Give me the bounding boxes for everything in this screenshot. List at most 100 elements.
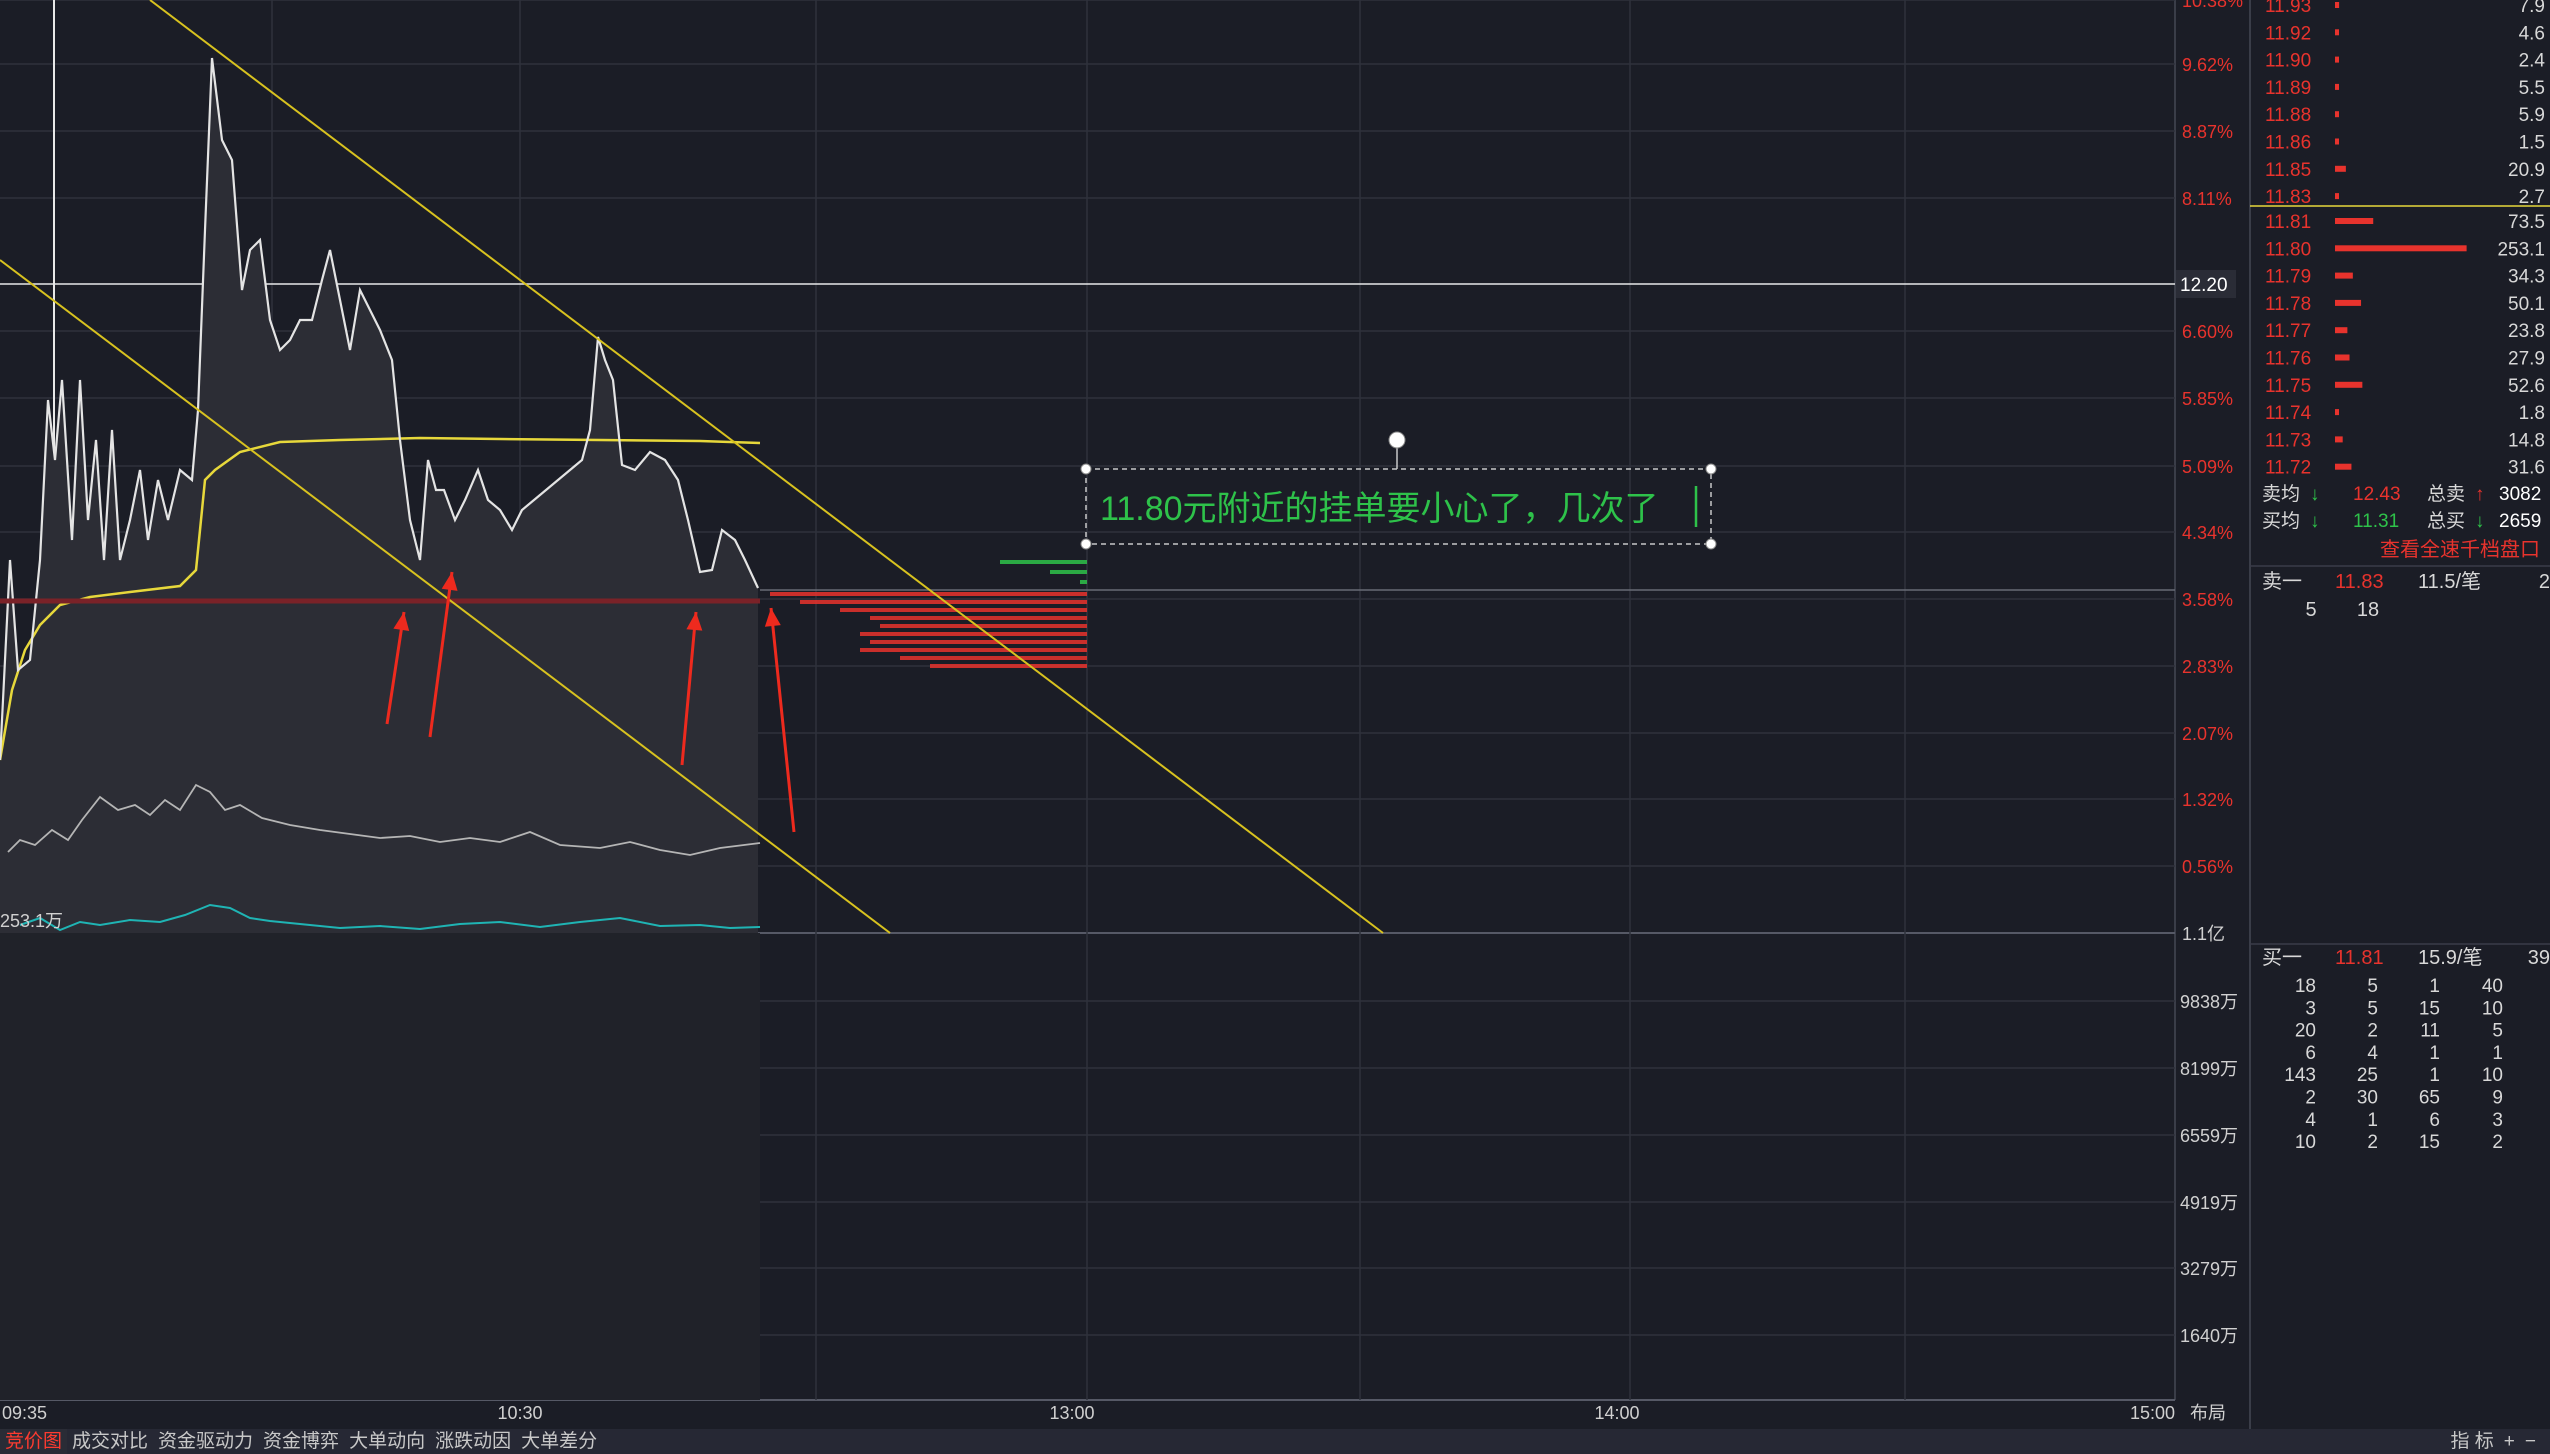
bottom-tab[interactable]: 竞价图	[0, 1429, 68, 1454]
buy1-order-qty: 10	[2482, 998, 2503, 1019]
ask-qty: 5.9	[2519, 105, 2545, 126]
sell1-per-order: 11.5/笔	[2418, 570, 2481, 593]
bottom-tab[interactable]: 涨跌动因	[430, 1429, 516, 1454]
sell1-order-qty: 5	[2305, 599, 2316, 621]
sell1-order-qty: 18	[2357, 599, 2379, 621]
bid-price: 11.75	[2265, 376, 2311, 397]
depth-bar	[870, 616, 1087, 620]
price-scale-label: 0.56%	[2182, 857, 2233, 877]
bottom-tab[interactable]: 大单动向	[344, 1429, 430, 1454]
buy1-per-order: 15.9/笔	[2418, 946, 2482, 969]
ask-qty: 2.4	[2519, 51, 2546, 72]
ask-price: 11.88	[2265, 105, 2311, 126]
bid-qty: 73.5	[2508, 212, 2545, 233]
annotation-handle[interactable]	[1705, 463, 1717, 475]
ask-qty: 20.9	[2508, 160, 2545, 181]
bid-qty: 14.8	[2508, 430, 2545, 451]
ask-price: 11.93	[2265, 0, 2311, 17]
bid-volume-bar	[2335, 272, 2353, 279]
ask-volume-bar	[2335, 29, 2339, 36]
zoom-in-button[interactable]: +	[2504, 1429, 2515, 1454]
bid-volume-bar	[2335, 381, 2363, 388]
ask-volume-bar	[2335, 83, 2339, 90]
layout-label: 布局	[2190, 1403, 2226, 1423]
ask-volume-bar	[2335, 56, 2339, 63]
bottom-tab[interactable]: 成交对比	[67, 1429, 153, 1454]
bottom-tab[interactable]: 大单差分	[516, 1429, 602, 1454]
time-axis-label: 09:35	[2, 1403, 47, 1423]
buy1-order-qty: 15	[2419, 1132, 2440, 1153]
bid-price: 11.78	[2265, 294, 2311, 315]
buy1-order-qty: 18	[2295, 976, 2316, 997]
buy1-order-qty: 1	[2492, 1043, 2503, 1064]
down-arrow-icon: ↓	[2310, 484, 2320, 505]
ask-volume-bar	[2335, 165, 2346, 172]
intraday-chart[interactable]: 10.38% 9.62% 8.87% 8.11% 6.60% 5.85% 5.09% 4.34…	[0, 0, 2550, 1454]
sell1-price: 11.83	[2335, 571, 2384, 593]
up-arrow-icon: ↑	[2475, 484, 2485, 505]
bottom-tab[interactable]: 资金驱动力	[153, 1429, 258, 1454]
bid-qty: 27.9	[2508, 349, 2545, 370]
buy1-order-qty: 10	[2482, 1065, 2503, 1086]
depth-bar	[770, 592, 1087, 596]
ask-price: 11.89	[2265, 78, 2311, 99]
buy1-order-qty: 3	[2305, 998, 2316, 1019]
ask-price: 11.90	[2265, 51, 2311, 72]
bid-qty: 52.6	[2508, 376, 2545, 397]
depth-bar	[1080, 580, 1087, 584]
bid-qty: 23.8	[2508, 321, 2545, 342]
price-scale-label: 5.09%	[2182, 457, 2233, 477]
ask-volume-bar	[2335, 2, 2340, 8]
buy1-label: 买一	[2262, 947, 2302, 969]
bid-price: 11.74	[2265, 403, 2312, 424]
price-scale-label: 8.87%	[2182, 122, 2233, 142]
depth-bar	[840, 608, 1087, 612]
depth-bar	[880, 624, 1087, 628]
annotation-handle[interactable]	[1080, 463, 1092, 475]
zoom-out-button[interactable]: −	[2525, 1429, 2536, 1454]
bid-qty: 31.6	[2508, 458, 2545, 479]
buy1-order-qty: 1	[2429, 976, 2440, 997]
view-full-orderbook-link: 查看全速千档盘口	[2380, 538, 2540, 561]
volume-area-fill	[0, 933, 760, 1400]
buy-avg-value: 11.31	[2353, 511, 2399, 532]
ask-qty: 7.9	[2519, 0, 2545, 17]
volume-scale-label: 6559万	[2180, 1126, 2238, 1146]
bottom-tab[interactable]: 资金博弈	[258, 1429, 344, 1454]
depth-bar	[930, 664, 1087, 668]
bid-volume-bar	[2335, 463, 2352, 470]
buy1-order-qty: 30	[2357, 1088, 2378, 1109]
buy1-order-qty: 2	[2367, 1132, 2378, 1153]
buy1-order-qty: 4	[2367, 1043, 2378, 1064]
bid-qty: 50.1	[2508, 294, 2545, 315]
buy1-order-qty: 143	[2284, 1065, 2316, 1086]
crosshair-price-label: 12.20	[2180, 275, 2228, 296]
buy1-order-qty: 3	[2492, 1110, 2503, 1131]
annotation-handle[interactable]	[1388, 431, 1406, 449]
price-scale-label: 5.85%	[2182, 389, 2233, 409]
buy1-order-qty: 2	[2492, 1132, 2503, 1153]
price-scale-label: 1.1亿	[2182, 924, 2225, 944]
buy1-order-qty: 65	[2419, 1088, 2440, 1109]
bid-qty: 1.8	[2519, 403, 2545, 424]
price-scale-label: 9.62%	[2182, 55, 2233, 75]
time-axis-label: 10:30	[497, 1403, 542, 1423]
buy1-order-qty: 40	[2482, 976, 2503, 997]
ask-volume-bar	[2335, 111, 2339, 118]
indicator-button[interactable]: 指 标	[2451, 1429, 2494, 1454]
total-buy-label: 总买	[2427, 510, 2465, 532]
bid-qty: 34.3	[2508, 267, 2545, 288]
buy1-order-qty: 15	[2419, 998, 2440, 1019]
time-axis-label: 13:00	[1049, 1403, 1094, 1423]
price-scale-label: 10.38%	[2182, 0, 2243, 11]
ask-qty: 4.6	[2519, 23, 2545, 44]
price-scale-label: 2.07%	[2182, 724, 2233, 744]
sell-avg-value: 12.43	[2353, 484, 2401, 505]
bid-qty: 253.1	[2497, 239, 2545, 260]
annotation-handle[interactable]	[1080, 538, 1092, 550]
bid-volume-bar	[2335, 245, 2467, 252]
annotation-handle[interactable]	[1705, 538, 1717, 550]
volume-scale-label: 9838万	[2180, 992, 2238, 1012]
bid-price: 11.76	[2265, 349, 2311, 370]
ask-qty: 5.5	[2519, 78, 2545, 99]
